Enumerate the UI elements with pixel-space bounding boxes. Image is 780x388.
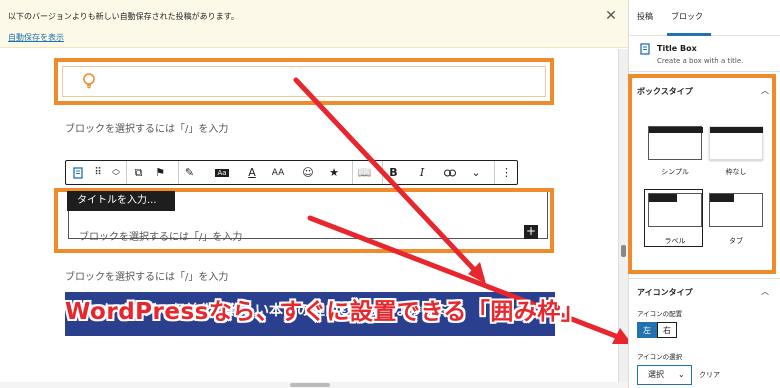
icon-position-label: アイコンの配置 (637, 310, 683, 318)
icon-position-left[interactable]: 左 (637, 322, 657, 338)
box-type-highlight (628, 74, 776, 274)
panel-divider (629, 278, 780, 279)
title-box-block-icon (640, 43, 650, 55)
icon-type-panel-title[interactable]: アイコンタイプ (637, 287, 693, 298)
icon-select-value: 選択 (648, 370, 664, 379)
block-card: Title Box Create a box with a title. (629, 36, 780, 72)
overlay-caption: WordPressなら、すぐに設置できる「囲み枠」 (65, 299, 585, 325)
icon-position-right[interactable]: 右 (657, 322, 677, 338)
chevron-down-icon: ⌄ (678, 370, 685, 379)
block-title: Title Box (657, 44, 697, 53)
sidebar-tabs: 投稿 ブロック (629, 0, 780, 36)
icon-select-dropdown[interactable]: 選択 ⌄ (637, 365, 692, 385)
clear-button[interactable]: クリア (699, 370, 720, 380)
tab-post[interactable]: 投稿 (637, 11, 653, 22)
icon-select-label: アイコンの選択 (637, 353, 683, 361)
block-description: Create a box with a title. (657, 57, 744, 65)
chevron-up-icon[interactable]: ︿ (761, 286, 769, 297)
tab-block[interactable]: ブロック (671, 11, 703, 22)
